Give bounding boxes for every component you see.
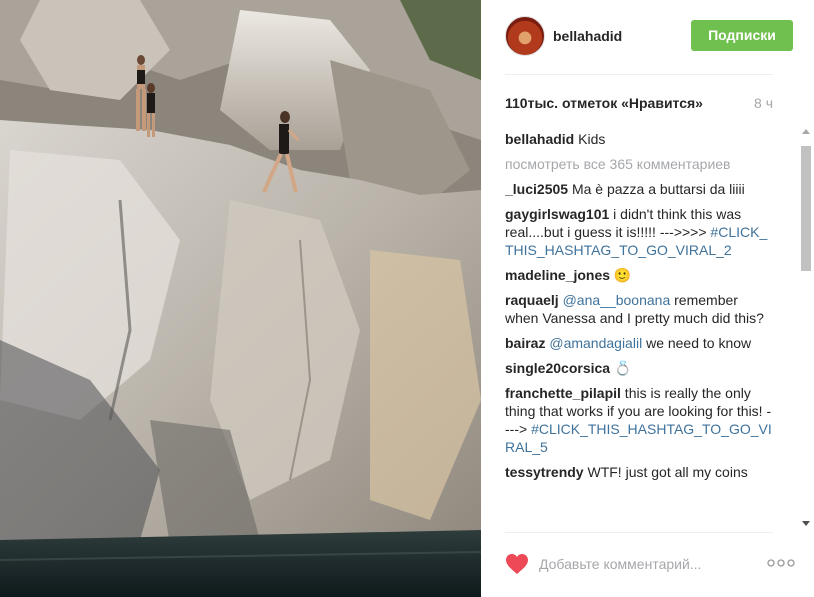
comment-item: madeline_jones 🙂 — [505, 266, 775, 284]
cliff-photo-image — [0, 0, 481, 597]
comment-username[interactable]: single20corsica — [505, 360, 610, 376]
scroll-down-arrow-icon[interactable] — [802, 521, 810, 526]
comment-item: raquaelj @ana__boonana remember when Van… — [505, 291, 775, 327]
post-photo[interactable] — [0, 0, 481, 597]
comment-item: bairaz @amandagialil we need to know — [505, 334, 775, 352]
comment-item: gaygirlswag101 i didn't think this was r… — [505, 205, 775, 259]
comment-text: 💍 — [610, 360, 632, 376]
comment-text: Ma è pazza a buttarsi da liiii — [568, 181, 745, 197]
footer-divider — [505, 532, 773, 533]
post-time[interactable]: 8 ч — [754, 95, 773, 111]
comment-text: we need to know — [642, 335, 752, 351]
scroll-up-arrow-icon[interactable] — [802, 129, 810, 134]
comment-item: tessytrendy WTF! just got all my coins — [505, 463, 775, 481]
header-username[interactable]: bellahadid — [553, 28, 622, 44]
comments-list: bellahadid Kids посмотреть все 365 комме… — [505, 130, 775, 528]
comment-username[interactable]: madeline_jones — [505, 267, 610, 283]
comment-text: 🙂 — [610, 267, 632, 283]
comment-username[interactable]: _luci2505 — [505, 181, 568, 197]
comment-username[interactable]: gaygirlswag101 — [505, 206, 609, 222]
likes-count[interactable]: 110тыс. отметок «Нравится» — [505, 95, 703, 111]
comment-item: single20corsica 💍 — [505, 359, 775, 377]
comment-username[interactable]: franchette_pilapil — [505, 385, 621, 401]
caption: bellahadid Kids — [505, 130, 775, 148]
caption-text: Kids — [574, 131, 606, 147]
follow-button[interactable]: Подписки — [691, 20, 793, 51]
comment-item: franchette_pilapil this is really the on… — [505, 384, 775, 456]
comment-input[interactable] — [539, 553, 749, 575]
comment-username[interactable]: bairaz — [505, 335, 545, 351]
comments-scrollbar[interactable] — [799, 126, 813, 529]
more-options-icon[interactable] — [767, 555, 795, 571]
comment-username[interactable]: raquaelj — [505, 292, 559, 308]
comment-username[interactable]: tessytrendy — [505, 464, 584, 480]
avatar[interactable] — [505, 16, 545, 56]
post-header: bellahadid Подписки — [505, 16, 793, 56]
comment-hashtag-link[interactable]: #CLICK_THIS_HASHTAG_TO_GO_VIRAL_5 — [505, 421, 772, 455]
comment-mention-link[interactable]: @ana__boonana — [563, 292, 671, 308]
likes-row: 110тыс. отметок «Нравится» 8 ч — [505, 95, 773, 113]
comment-item: _luci2505 Ma è pazza a buttarsi da liiii — [505, 180, 775, 198]
comment-mention-link[interactable]: @amandagialil — [549, 335, 642, 351]
comment-text: WTF! just got all my coins — [583, 464, 748, 480]
caption-username[interactable]: bellahadid — [505, 131, 574, 147]
add-comment-section — [505, 551, 797, 577]
header-divider — [505, 74, 773, 75]
view-all-comments-link[interactable]: посмотреть все 365 комментариев — [505, 155, 775, 173]
heart-icon[interactable] — [505, 553, 529, 575]
scrollbar-thumb[interactable] — [801, 146, 811, 271]
post-side-panel: bellahadid Подписки 110тыс. отметок «Нра… — [481, 0, 814, 597]
